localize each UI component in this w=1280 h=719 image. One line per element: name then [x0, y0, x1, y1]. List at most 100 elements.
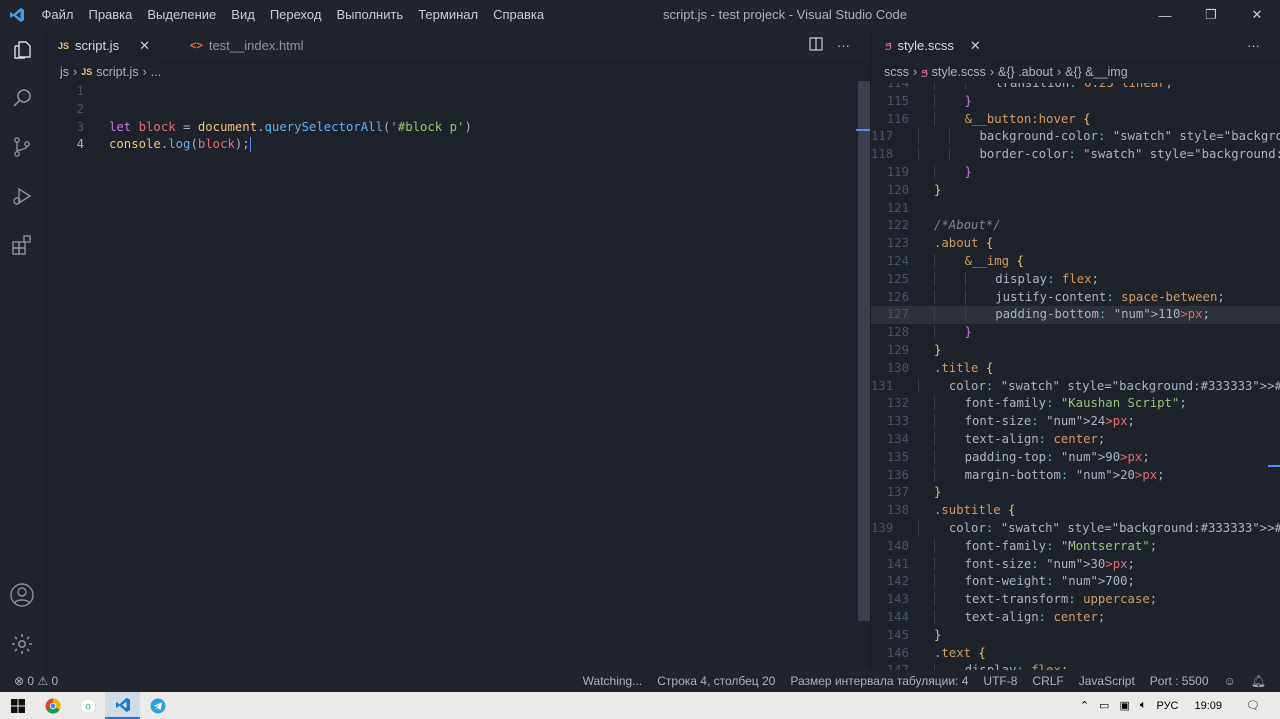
code-line[interactable]: 117 background-color: "swatch" style="ba…	[871, 128, 1280, 146]
breadcrumb-folder[interactable]: scss	[884, 65, 909, 79]
run-debug-icon[interactable]	[0, 176, 44, 216]
code-line[interactable]: 146 .text {	[871, 645, 1280, 663]
vscode-icon[interactable]	[105, 692, 140, 719]
explorer-icon[interactable]	[0, 30, 44, 70]
clock[interactable]: 19:09	[1195, 700, 1223, 712]
breadcrumb-file[interactable]: style.scss	[932, 65, 986, 79]
code-line[interactable]: 120}	[871, 182, 1280, 200]
live-sass-watching[interactable]: Watching...	[583, 674, 643, 688]
code-line[interactable]: 130 .title {	[871, 360, 1280, 378]
code-line[interactable]: 139 color: "swatch" style="background:#3…	[871, 520, 1280, 538]
code-line[interactable]: 147 display: flex;	[871, 662, 1280, 670]
code-line[interactable]: 121	[871, 200, 1280, 218]
code-line[interactable]: 3 let block = document.querySelectorAll('…	[44, 119, 870, 137]
code-line[interactable]: 1	[44, 83, 870, 101]
menu-item[interactable]: Справка	[486, 0, 552, 30]
code-line[interactable]: 118 border-color: "swatch" style="backgr…	[871, 146, 1280, 164]
cursor-position[interactable]: Строка 4, столбец 20	[657, 674, 775, 688]
breadcrumb-symbol[interactable]: &{} &__img	[1065, 65, 1128, 79]
close-tab-icon[interactable]: ✕	[139, 38, 150, 54]
code-line[interactable]: 128 }	[871, 324, 1280, 342]
settings-gear-icon[interactable]	[0, 624, 44, 664]
code-line[interactable]: 127 padding-bottom: "num">110>px;	[871, 306, 1280, 325]
menu-item[interactable]: Переход	[262, 0, 329, 30]
action-center-icon[interactable]: 🗨︎	[1246, 699, 1260, 712]
code-line[interactable]: 131 color: "swatch" style="background:#3…	[871, 378, 1280, 396]
line-number: 122	[886, 218, 909, 233]
code-line[interactable]: 137}	[871, 484, 1280, 502]
breadcrumb-file[interactable]: script.js	[96, 65, 138, 79]
tab-style-scss[interactable]: ϧ style.scss ✕	[871, 30, 991, 61]
more-actions-icon[interactable]: ···	[1247, 38, 1260, 53]
code-line[interactable]: 144 text-align: center;	[871, 609, 1280, 627]
minimize-icon[interactable]: —	[1142, 0, 1188, 30]
live-server-port[interactable]: Port : 5500	[1150, 674, 1209, 688]
code-line[interactable]: 125 display: flex;	[871, 271, 1280, 289]
menu-item[interactable]: Терминал	[411, 0, 486, 30]
breadcrumb-folder[interactable]: js	[60, 65, 69, 79]
code-line[interactable]: 132 font-family: "Kaushan Script";	[871, 395, 1280, 413]
js-file-icon: JS	[58, 40, 70, 51]
code-editor[interactable]: 114 transition: 0.25 linear; 115 } 116 &__…	[871, 83, 1280, 670]
input-language[interactable]: РУС	[1156, 700, 1178, 712]
code-line[interactable]: 136 margin-bottom: "num">20>px;	[871, 467, 1280, 485]
code-line[interactable]: 133 font-size: "num">24>px;	[871, 413, 1280, 431]
account-icon[interactable]	[0, 575, 44, 615]
code-text: }	[934, 485, 942, 500]
tab-test-index-html[interactable]: <> test__index.html	[160, 30, 314, 61]
code-line[interactable]: 114 transition: 0.25 linear;	[871, 83, 1280, 93]
volume-icon[interactable]: 🔈︎	[1140, 699, 1147, 712]
encoding[interactable]: UTF-8	[983, 674, 1017, 688]
menu-item[interactable]: Файл	[34, 0, 81, 30]
scrollbar-thumb[interactable]	[858, 81, 870, 621]
menu-item[interactable]: Правка	[81, 0, 140, 30]
close-window-icon[interactable]: ✕	[1234, 0, 1280, 30]
windows-start-icon[interactable]	[0, 692, 35, 719]
code-line[interactable]: 2	[44, 101, 870, 119]
code-line[interactable]: 123 .about {	[871, 235, 1280, 253]
code-line[interactable]: 134 text-align: center;	[871, 431, 1280, 449]
tab-script-js[interactable]: JS script.js ✕	[44, 30, 160, 61]
code-line[interactable]: 135 padding-top: "num">90>px;	[871, 449, 1280, 467]
editor-scrollbar[interactable]	[856, 81, 870, 670]
code-line[interactable]: 115 }	[871, 93, 1280, 111]
close-tab-icon[interactable]: ✕	[970, 38, 981, 54]
extensions-icon[interactable]	[0, 225, 44, 265]
source-control-icon[interactable]	[0, 127, 44, 167]
chevron-up-icon[interactable]: ⌃	[1080, 699, 1089, 712]
split-editor-icon[interactable]	[809, 37, 823, 54]
problems-indicator[interactable]: ⊗ 0 ⚠ 0	[14, 674, 58, 688]
network-icon[interactable]: ▣	[1119, 699, 1129, 712]
code-line[interactable]: 141 font-size: "num">30>px;	[871, 556, 1280, 574]
code-line[interactable]: 122 /*About*/	[871, 217, 1280, 235]
menu-item[interactable]: Выделение	[140, 0, 224, 30]
breadcrumb-symbol[interactable]: ...	[151, 65, 161, 79]
telegram-icon[interactable]	[140, 692, 175, 719]
breadcrumb-symbol[interactable]: &{} .about	[998, 65, 1053, 79]
code-line[interactable]: 145}	[871, 627, 1280, 645]
code-line[interactable]: 4 console.log(block);	[44, 136, 870, 154]
code-line[interactable]: 126 justify-content: space-between;	[871, 289, 1280, 307]
line-ending[interactable]: CRLF	[1032, 674, 1063, 688]
battery-icon[interactable]: ▭	[1099, 699, 1109, 712]
language-mode[interactable]: JavaScript	[1079, 674, 1135, 688]
code-line[interactable]: 119 }	[871, 164, 1280, 182]
menu-item[interactable]: Выполнить	[329, 0, 411, 30]
code-editor[interactable]: 1 2 3 let block = document.querySelectorAll…	[44, 83, 870, 154]
restore-icon[interactable]: ❐	[1188, 0, 1234, 30]
code-line[interactable]: 124 &__img {	[871, 253, 1280, 271]
code-line[interactable]: 129}	[871, 342, 1280, 360]
tab-size[interactable]: Размер интервала табуляции: 4	[790, 674, 968, 688]
menu-item[interactable]: Вид	[224, 0, 263, 30]
odnoklassniki-icon[interactable]: o	[70, 692, 105, 719]
code-line[interactable]: 143 text-transform: uppercase;	[871, 591, 1280, 609]
more-actions-icon[interactable]: ···	[837, 38, 850, 53]
code-line[interactable]: 142 font-weight: "num">700;	[871, 573, 1280, 591]
code-line[interactable]: 116 &__button:hover {	[871, 111, 1280, 129]
code-line[interactable]: 138 .subtitle {	[871, 502, 1280, 520]
code-line[interactable]: 140 font-family: "Montserrat";	[871, 538, 1280, 556]
search-icon[interactable]	[0, 78, 44, 118]
account-status-icon[interactable]: ☺	[1224, 674, 1236, 688]
chrome-icon[interactable]	[35, 692, 70, 719]
notifications-bell-icon[interactable]: 🔔︎	[1251, 674, 1266, 688]
